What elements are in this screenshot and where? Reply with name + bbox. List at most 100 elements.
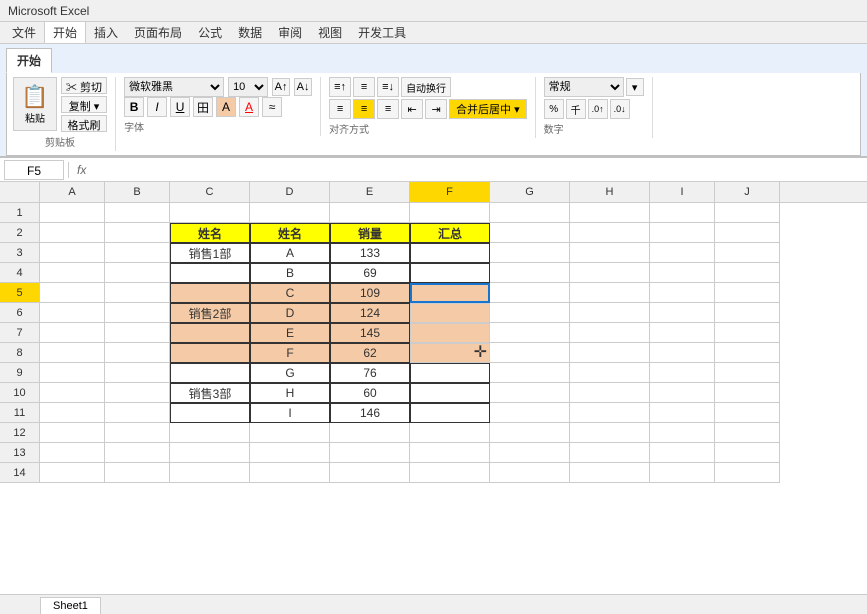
align-top-button[interactable]: ≡↑ [329, 77, 351, 97]
cell-a13[interactable] [40, 443, 105, 463]
underline-button[interactable]: U [170, 97, 190, 117]
col-header-b[interactable]: B [105, 182, 170, 202]
italic-button[interactable]: I [147, 97, 167, 117]
align-bottom-button[interactable]: ≡↓ [377, 77, 399, 97]
cell-b10[interactable] [105, 383, 170, 403]
cell-a12[interactable] [40, 423, 105, 443]
thousands-button[interactable]: 千 [566, 99, 586, 119]
border-button[interactable]: 田 [193, 97, 213, 117]
cell-e7[interactable]: 145 [330, 323, 410, 343]
font-increase-button[interactable]: A↑ [272, 78, 290, 96]
cell-b7[interactable] [105, 323, 170, 343]
decrease-decimal-button[interactable]: .0↓ [610, 99, 630, 119]
cell-j11[interactable] [715, 403, 780, 423]
cell-a4[interactable] [40, 263, 105, 283]
cell-c14[interactable] [170, 463, 250, 483]
cell-a8[interactable] [40, 343, 105, 363]
cell-h13[interactable] [570, 443, 650, 463]
tab-home[interactable]: 开始 [6, 48, 52, 73]
cell-f7[interactable] [410, 323, 490, 343]
cell-d13[interactable] [250, 443, 330, 463]
cell-c12[interactable] [170, 423, 250, 443]
cell-g11[interactable] [490, 403, 570, 423]
menu-page-layout[interactable]: 页面布局 [126, 22, 190, 43]
row-num-14[interactable]: 14 [0, 463, 40, 483]
cell-g13[interactable] [490, 443, 570, 463]
align-center-button[interactable]: ≡ [353, 99, 375, 119]
cell-f13[interactable] [410, 443, 490, 463]
formula-input[interactable] [94, 160, 863, 180]
row-num-7[interactable]: 7 [0, 323, 40, 343]
cell-e13[interactable] [330, 443, 410, 463]
cell-i10[interactable] [650, 383, 715, 403]
col-header-c[interactable]: C [170, 182, 250, 202]
cell-j3[interactable] [715, 243, 780, 263]
sheet-tab-1[interactable]: Sheet1 [40, 597, 101, 614]
cell-e1[interactable] [330, 203, 410, 223]
cell-e2[interactable]: 销量 [330, 223, 410, 243]
cell-b4[interactable] [105, 263, 170, 283]
cell-f3[interactable] [410, 243, 490, 263]
cell-a7[interactable] [40, 323, 105, 343]
cell-g8[interactable] [490, 343, 570, 363]
cell-b6[interactable] [105, 303, 170, 323]
paste-button[interactable]: 📋 粘贴 [13, 77, 57, 131]
cell-a14[interactable] [40, 463, 105, 483]
cell-a10[interactable] [40, 383, 105, 403]
cell-f9[interactable] [410, 363, 490, 383]
cell-g9[interactable] [490, 363, 570, 383]
cell-a1[interactable] [40, 203, 105, 223]
cell-c10[interactable]: 销售3部 [170, 383, 250, 403]
menu-review[interactable]: 审阅 [270, 22, 310, 43]
row-num-11[interactable]: 11 [0, 403, 40, 423]
row-num-10[interactable]: 10 [0, 383, 40, 403]
cell-c6[interactable]: 销售2部 [170, 303, 250, 323]
cell-i12[interactable] [650, 423, 715, 443]
row-num-2[interactable]: 2 [0, 223, 40, 243]
col-header-h[interactable]: H [570, 182, 650, 202]
cell-i13[interactable] [650, 443, 715, 463]
cell-i3[interactable] [650, 243, 715, 263]
cell-h6[interactable] [570, 303, 650, 323]
cell-d11[interactable]: I [250, 403, 330, 423]
cell-c11[interactable] [170, 403, 250, 423]
cell-j2[interactable] [715, 223, 780, 243]
font-name-select[interactable]: 微软雅黑 [124, 77, 224, 97]
cell-g6[interactable] [490, 303, 570, 323]
cell-h5[interactable] [570, 283, 650, 303]
increase-decimal-button[interactable]: .0↑ [588, 99, 608, 119]
cell-e8[interactable]: 62 [330, 343, 410, 363]
cell-e3[interactable]: 133 [330, 243, 410, 263]
col-header-j[interactable]: J [715, 182, 780, 202]
cell-a2[interactable] [40, 223, 105, 243]
cell-f10[interactable] [410, 383, 490, 403]
cell-c9[interactable] [170, 363, 250, 383]
cell-f11[interactable] [410, 403, 490, 423]
font-color-button[interactable]: A [239, 97, 259, 117]
increase-indent-button[interactable]: ⇥ [425, 99, 447, 119]
cell-h11[interactable] [570, 403, 650, 423]
align-middle-button[interactable]: ≡ [353, 77, 375, 97]
cell-e14[interactable] [330, 463, 410, 483]
cell-d12[interactable] [250, 423, 330, 443]
cell-h7[interactable] [570, 323, 650, 343]
cell-d9[interactable]: G [250, 363, 330, 383]
col-header-a[interactable]: A [40, 182, 105, 202]
cell-g5[interactable] [490, 283, 570, 303]
cell-g4[interactable] [490, 263, 570, 283]
cell-i7[interactable] [650, 323, 715, 343]
cell-g12[interactable] [490, 423, 570, 443]
cell-f12[interactable] [410, 423, 490, 443]
cell-i6[interactable] [650, 303, 715, 323]
cell-g7[interactable] [490, 323, 570, 343]
col-header-e[interactable]: E [330, 182, 410, 202]
cell-f8[interactable]: ✛ [410, 343, 490, 363]
cell-c5[interactable] [170, 283, 250, 303]
cell-d3[interactable]: A [250, 243, 330, 263]
cell-h14[interactable] [570, 463, 650, 483]
cell-a9[interactable] [40, 363, 105, 383]
number-expand-button[interactable]: ▾ [626, 78, 644, 96]
menu-home[interactable]: 开始 [44, 21, 86, 44]
cell-g2[interactable] [490, 223, 570, 243]
cell-i14[interactable] [650, 463, 715, 483]
